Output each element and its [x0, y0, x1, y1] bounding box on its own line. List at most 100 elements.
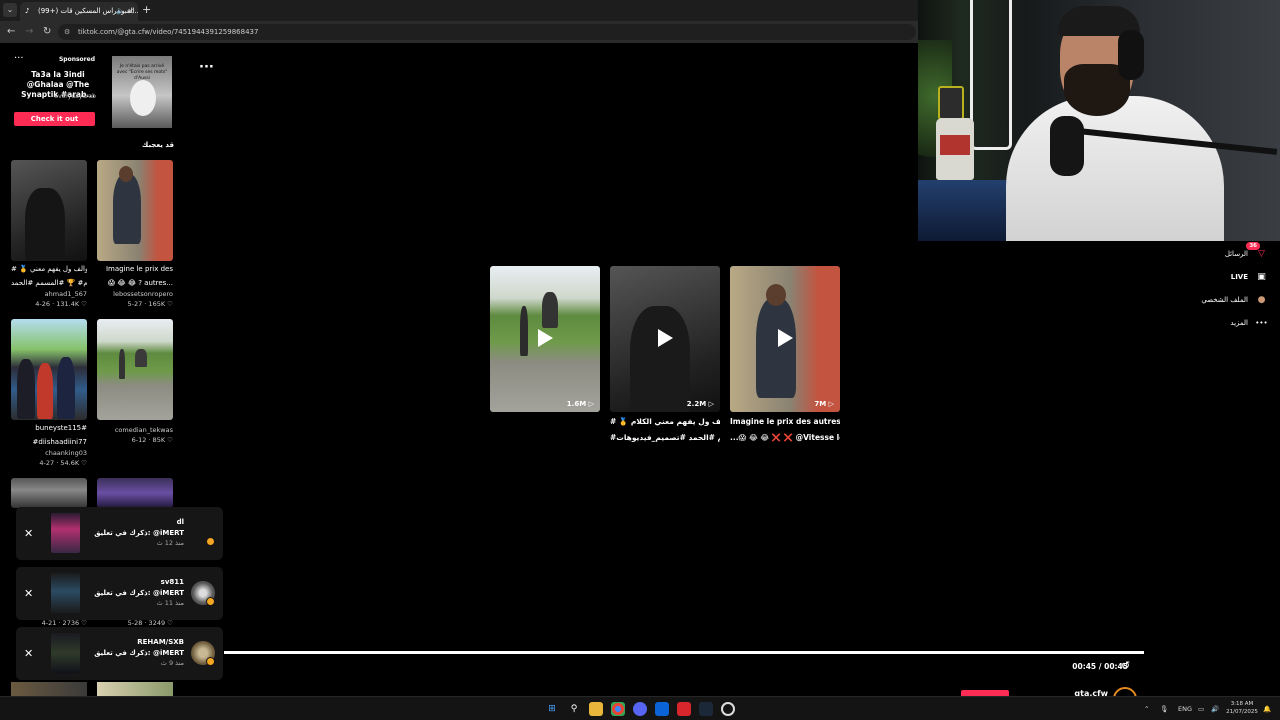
video-author[interactable]: ahmad1_567: [11, 289, 87, 299]
view-count: 7M ▷: [814, 400, 834, 408]
browser-tab[interactable]: ♪ (99+) العبو براس المسكين قات... 🔈 ✕: [20, 2, 138, 21]
chevron-up-icon[interactable]: ⌃: [1144, 702, 1149, 716]
play-icon[interactable]: [778, 329, 793, 347]
address-bar: ← → ↻ ⚙ tiktok.com/@gta.cfw/video/745194…: [0, 21, 918, 43]
close-icon[interactable]: ✕: [127, 2, 134, 21]
suggested-video[interactable]: 1.6M ▷: [490, 266, 600, 412]
more-icon: •••: [1255, 319, 1268, 327]
video-thumbnail[interactable]: [11, 160, 87, 261]
taskbar: ⊞ ⚲ ⌃ 🎙 ENG ▭ 🔊 3:18 AM 21/07/2025 🔔: [0, 696, 1280, 720]
clock[interactable]: 3:18 AM 21/07/2025: [1224, 700, 1260, 716]
chrome-icon[interactable]: [611, 702, 625, 716]
app-icon[interactable]: [677, 702, 691, 716]
sidebar-item-label: الملف الشخصي: [1201, 296, 1248, 304]
video-thumbnail[interactable]: 2.2M ▷: [610, 266, 720, 412]
browser-tab-bar: ⌄ ♪ (99+) العبو براس المسكين قات... 🔈 ✕ …: [0, 0, 918, 21]
grid-video[interactable]: Imagine le prix des 😱 😂 😂 ? autres... le…: [97, 160, 173, 309]
steam-icon[interactable]: [699, 702, 713, 716]
video-author[interactable]: lebossetsonropero: [97, 289, 173, 299]
microphone-icon[interactable]: 🎙: [1160, 702, 1168, 716]
language-indicator[interactable]: ENG: [1178, 702, 1192, 716]
sponsored-card[interactable]: ··· Sponsored Ta3a la 3indi @Ghalaa @The…: [12, 54, 174, 130]
video-thumbnail[interactable]: [11, 319, 87, 420]
speaker-icon[interactable]: 🔈: [116, 2, 125, 21]
clock-date: 21/07/2025: [1226, 709, 1258, 715]
sponsored-thumbnail[interactable]: Je n'étais pas arrivé avec "Ecrire ses m…: [112, 56, 172, 128]
video-thumbnail[interactable]: [97, 160, 173, 261]
mention-notification[interactable]: ✕ dl ذكرك في تعليق: @iMERT منذ 12 ث: [16, 507, 223, 560]
close-icon[interactable]: ✕: [24, 627, 33, 680]
grid-video[interactable]: comedian_tekwas 6-12 · 85K ♡: [97, 319, 173, 445]
check-it-out-button[interactable]: Check it out: [14, 112, 95, 126]
notification-text: ذكرك في تعليق: @iMERT: [94, 649, 184, 657]
close-icon[interactable]: ✕: [24, 567, 33, 620]
video-caption: ...😱 😂 😂 ❌ ❌ @Vitesse le: [730, 433, 840, 442]
sidebar-item-profile[interactable]: الملف الشخصي ●: [1180, 292, 1270, 308]
view-count: 1.6M ▷: [566, 400, 594, 408]
video-thumbnail[interactable]: [97, 682, 173, 696]
video-thumbnail[interactable]: 7M ▷: [730, 266, 840, 412]
notification-time: منذ 11 ث: [156, 599, 184, 607]
file-explorer-icon[interactable]: [589, 702, 603, 716]
sidebar-item-label: المزيد: [1230, 319, 1248, 327]
notification-thumbnail: [51, 573, 80, 613]
url-text: tiktok.com/@gta.cfw/video/74519443912598…: [78, 28, 259, 36]
close-icon[interactable]: ✕: [24, 507, 33, 560]
sidebar-item-more[interactable]: المزيد •••: [1180, 315, 1270, 331]
video-author[interactable]: chaanking03: [11, 448, 87, 458]
video-progress-bar[interactable]: [224, 651, 1144, 654]
volume-icon[interactable]: 🔊: [1211, 702, 1219, 716]
notification-text: ذكرك في تعليق: @iMERT: [94, 529, 184, 537]
windows-start-icon[interactable]: ⊞: [545, 702, 559, 716]
video-caption: #diishaadiini77: [32, 438, 87, 446]
grid-video[interactable]: # 🥇 سوالف ول يفهم معني الكلام# 🏆 #المسمم…: [11, 160, 87, 309]
sidebar-item-live[interactable]: LIVE ▣: [1180, 269, 1270, 285]
grid-video[interactable]: buneyste115# #diishaadiini77 chaanking03…: [11, 319, 87, 468]
grid-video[interactable]: [97, 478, 173, 508]
video-thumbnail[interactable]: [11, 478, 87, 508]
play-icon[interactable]: [658, 329, 673, 347]
discord-icon[interactable]: [633, 702, 647, 716]
search-icon[interactable]: ⚲: [567, 702, 581, 716]
suggested-video[interactable]: 7M ▷ Imagine le prix des autres ? ...😱 😂…: [730, 266, 840, 444]
notification-thumbnail: [51, 633, 80, 673]
video-caption: Imagine le prix des autres ?: [730, 417, 840, 426]
mention-notification[interactable]: ✕ sv811 ذكرك في تعليق: @iMERT منذ 11 ث: [16, 567, 223, 620]
obs-icon[interactable]: [721, 702, 735, 716]
sidebar-item-messages[interactable]: الرسائل ▽ 36: [1180, 242, 1270, 262]
sponsored-label: Sponsored: [58, 56, 95, 63]
video-thumbnail[interactable]: [97, 319, 173, 420]
tiktok-logo-icon: ♪: [25, 7, 30, 15]
more-icon[interactable]: ···: [199, 60, 214, 76]
notification-badge: [206, 597, 215, 606]
live-icon: ▣: [1257, 272, 1266, 282]
tab-search-button[interactable]: ⌄: [3, 3, 17, 17]
network-icon[interactable]: ▭: [1198, 702, 1204, 716]
mention-notification[interactable]: ✕ REHAM/SXB ذكرك في تعليق: @iMERT منذ 9 …: [16, 627, 223, 680]
video-author[interactable]: comedian_tekwas: [97, 425, 173, 435]
replay-icon[interactable]: ↺: [1121, 659, 1130, 673]
sidebar-item-label: الرسائل: [1224, 250, 1248, 258]
more-options-icon[interactable]: ···: [14, 54, 24, 64]
url-field[interactable]: ⚙ tiktok.com/@gta.cfw/video/745194439125…: [58, 24, 916, 40]
video-thumbnail[interactable]: [97, 478, 173, 508]
new-tab-button[interactable]: +: [142, 3, 151, 17]
notification-icon[interactable]: 🔔: [1263, 702, 1271, 716]
video-caption: # 🥇 سوالف ول يفهم معني الكلام# 🏆: [610, 417, 720, 426]
video-thumbnail[interactable]: [11, 682, 87, 696]
back-icon[interactable]: ←: [7, 25, 15, 39]
video-caption: buneyste115#: [35, 424, 87, 432]
video-caption: 😱 😂 😂 ? autres...: [107, 279, 173, 287]
play-icon[interactable]: [538, 329, 553, 347]
outlook-icon[interactable]: [655, 702, 669, 716]
video-thumbnail[interactable]: 1.6M ▷: [490, 266, 600, 412]
reload-icon[interactable]: ↻: [43, 25, 51, 39]
notification-thumbnail: [51, 513, 80, 553]
site-info-icon[interactable]: ⚙: [64, 27, 70, 37]
grid-video[interactable]: [11, 478, 87, 508]
video-time: 00:45 / 00:45: [1072, 662, 1128, 671]
suggested-video[interactable]: 2.2M ▷ # 🥇 سوالف ول يفهم معني الكلام# 🏆 …: [610, 266, 720, 444]
forward-icon[interactable]: →: [25, 25, 33, 39]
video-meta: 6-12 · 85K ♡: [131, 436, 173, 444]
video-caption: #المسمم #الحمد #تصميم_فيديوهات...: [610, 433, 720, 442]
